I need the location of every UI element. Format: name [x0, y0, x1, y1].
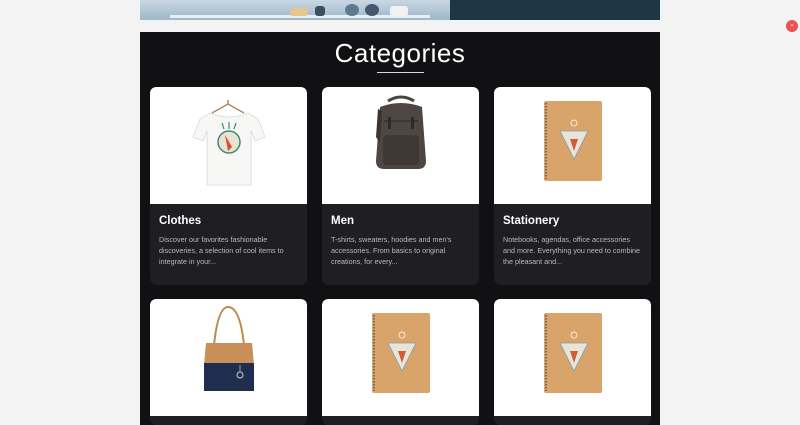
category-card-notebook-2[interactable]: [494, 299, 651, 425]
category-name: Clothes: [159, 215, 202, 227]
category-name: Stationery: [503, 215, 560, 227]
tote-bag-image: [150, 299, 307, 416]
category-card-notebook-1[interactable]: [322, 299, 479, 425]
category-card-bag[interactable]: [150, 299, 307, 425]
t-shirt-image: [150, 87, 307, 204]
hero-banner: [140, 0, 660, 20]
notebook-image: [494, 87, 651, 204]
category-card-men[interactable]: Men T-shirts, sweaters, hoodies and men'…: [322, 87, 479, 285]
category-description: Discover our favorites fashionable disco…: [159, 235, 284, 266]
categories-section: Categories Clothes Discover our favorite…: [140, 32, 660, 425]
remove-button[interactable]: -: [786, 20, 798, 32]
category-card-clothes[interactable]: Clothes Discover our favorites fashionab…: [150, 87, 307, 285]
category-name: Men: [331, 215, 354, 227]
title-underline: [377, 72, 424, 73]
hero-image: [140, 0, 450, 20]
backpack-image: [322, 87, 479, 204]
category-description: T-shirts, sweaters, hoodies and men's ac…: [331, 235, 452, 266]
section-title: Categories: [334, 38, 466, 68]
hero-panel: [450, 0, 660, 20]
notebook-image: [494, 299, 651, 416]
category-description: Notebooks, agendas, office accessories a…: [503, 235, 641, 266]
notebook-image: [322, 299, 479, 416]
category-card-stationery[interactable]: Stationery Notebooks, agendas, office ac…: [494, 87, 651, 285]
